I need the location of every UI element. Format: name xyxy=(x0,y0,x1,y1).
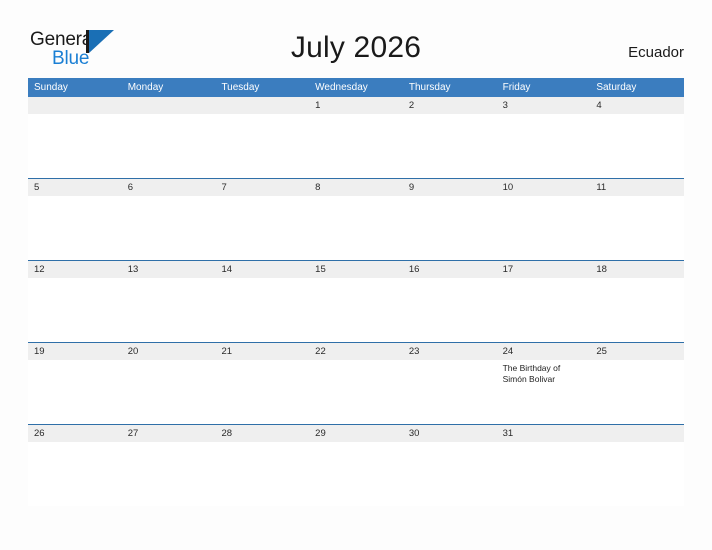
calendar-day-number: 20 xyxy=(127,346,139,357)
calendar-day-number: 13 xyxy=(127,264,139,275)
calendar-day-cell[interactable]: 16 xyxy=(403,261,497,342)
weekday-header-saturday: Saturday xyxy=(596,82,637,93)
calendar-day-number: 3 xyxy=(502,100,508,111)
calendar-day-number: 30 xyxy=(408,428,420,439)
calendar-week-row: 12 13 14 15 16 17 18 xyxy=(28,260,684,342)
calendar-day-number: 16 xyxy=(408,264,420,275)
calendar-week-row: 26 27 28 29 30 31 xyxy=(28,424,684,506)
weekday-header-row: Sunday Monday Tuesday Wednesday Thursday… xyxy=(28,78,684,97)
weekday-header-thursday: Thursday xyxy=(408,82,451,93)
calendar-day-cell-empty xyxy=(28,97,122,178)
calendar-day-cell[interactable]: 30 xyxy=(403,425,497,506)
calendar-day-cell[interactable]: 20 xyxy=(122,343,216,424)
page-header: General Blue July 2026 Ecuador xyxy=(0,0,712,76)
calendar-day-cell[interactable]: 12 xyxy=(28,261,122,342)
calendar-week-cells: 5 6 7 8 9 10 11 xyxy=(28,179,684,260)
calendar-day-number: 21 xyxy=(221,346,233,357)
calendar-day-cell[interactable]: 23 xyxy=(403,343,497,424)
calendar-day-number: 19 xyxy=(34,346,45,357)
calendar-day-number: 2 xyxy=(408,100,415,111)
calendar-day-cell[interactable]: 4 xyxy=(590,97,684,178)
calendar-day-number: 8 xyxy=(315,182,321,193)
calendar-day-number: 28 xyxy=(221,428,233,439)
calendar-day-cell[interactable]: 18 xyxy=(590,261,684,342)
weekday-header-sunday: Sunday xyxy=(34,82,68,93)
calendar-day-cell[interactable]: 29 xyxy=(309,425,403,506)
calendar-day-cell[interactable]: 24 The Birthday of Simón Bolivar xyxy=(497,343,591,424)
calendar-day-cell[interactable]: 3 xyxy=(497,97,591,178)
calendar-day-number: 5 xyxy=(34,182,40,193)
calendar-day-number: 22 xyxy=(315,346,326,357)
calendar-day-cell[interactable]: 27 xyxy=(122,425,216,506)
calendar-day-cell[interactable]: 5 xyxy=(28,179,122,260)
calendar-day-cell[interactable]: 13 xyxy=(122,261,216,342)
calendar-day-number: 10 xyxy=(502,182,514,193)
weekday-header-friday: Friday xyxy=(502,82,531,93)
calendar-day-cell[interactable]: 11 xyxy=(590,179,684,260)
calendar-day-number: 11 xyxy=(596,182,607,193)
weekday-header-monday: Monday xyxy=(127,82,164,93)
calendar-day-cell[interactable]: 6 xyxy=(122,179,216,260)
calendar-day-number: 9 xyxy=(408,182,415,193)
calendar-day-number: 15 xyxy=(315,264,326,275)
calendar-day-cell[interactable]: 1 xyxy=(309,97,403,178)
calendar-event-label: The Birthday of Simón Bolivar xyxy=(502,363,561,384)
country-label: Ecuador xyxy=(628,44,684,61)
calendar-day-number: 7 xyxy=(221,182,227,193)
calendar-day-number: 26 xyxy=(34,428,45,439)
calendar-day-cell[interactable]: 10 xyxy=(497,179,591,260)
calendar-day-cell[interactable]: 8 xyxy=(309,179,403,260)
calendar-week-cells: 26 27 28 29 30 31 xyxy=(28,425,684,506)
calendar-weeks: 1 2 3 4 5 6 7 8 9 10 11 12 13 14 15 16 17 18 19 20 21 22 23 24 T… xyxy=(28,97,684,506)
calendar-page: General Blue July 2026 Ecuador Sunday Mo… xyxy=(0,0,712,550)
calendar-day-cell[interactable]: 28 xyxy=(215,425,309,506)
calendar-day-number: 6 xyxy=(127,182,134,193)
calendar-week-row: 1 2 3 4 xyxy=(28,97,684,178)
calendar-day-cell[interactable]: 15 xyxy=(309,261,403,342)
weekday-header-tuesday: Tuesday xyxy=(221,82,260,93)
calendar-day-number: 27 xyxy=(127,428,139,439)
calendar-day-cell[interactable]: 9 xyxy=(403,179,497,260)
calendar-day-events: The Birthday of Simón Bolivar xyxy=(503,363,586,385)
calendar-day-number: 23 xyxy=(408,346,420,357)
calendar-day-cell[interactable]: 7 xyxy=(215,179,309,260)
calendar-day-cell[interactable]: 21 xyxy=(215,343,309,424)
calendar-day-cell[interactable]: 2 xyxy=(403,97,497,178)
calendar-day-cell[interactable]: 19 xyxy=(28,343,122,424)
calendar-day-number: 17 xyxy=(502,264,514,275)
calendar-day-cell-empty xyxy=(122,97,216,178)
calendar-day-cell-empty xyxy=(590,425,684,506)
calendar-day-number: 24 xyxy=(502,346,514,357)
calendar-day-cell[interactable]: 26 xyxy=(28,425,122,506)
calendar-day-number: 29 xyxy=(315,428,326,439)
calendar-day-cell[interactable]: 25 xyxy=(590,343,684,424)
calendar-week-row: 19 20 21 22 23 24 The Birthday of Simón Boliva… xyxy=(28,342,684,424)
calendar-day-cell[interactable]: 22 xyxy=(309,343,403,424)
page-title: July 2026 xyxy=(290,31,422,64)
calendar-week-cells: 12 13 14 15 16 17 18 xyxy=(28,261,684,342)
calendar-day-number: 31 xyxy=(502,428,514,439)
calendar-day-number: 14 xyxy=(221,264,233,275)
calendar-day-number: 25 xyxy=(596,346,607,357)
calendar-week-cells: 1 2 3 4 xyxy=(28,97,684,178)
calendar-day-number: 12 xyxy=(34,264,45,275)
calendar-day-cell[interactable]: 17 xyxy=(497,261,591,342)
calendar-day-cell-empty xyxy=(215,97,309,178)
weekday-header-wednesday: Wednesday xyxy=(315,82,368,93)
calendar-day-number: 18 xyxy=(596,264,607,275)
calendar-day-number: 4 xyxy=(596,100,602,111)
calendar-day-number: 1 xyxy=(315,100,321,111)
calendar-week-cells: 19 20 21 22 23 24 The Birthday of Simón Boliva… xyxy=(28,343,684,424)
calendar-grid: Sunday Monday Tuesday Wednesday Thursday… xyxy=(28,78,684,506)
calendar-week-row: 5 6 7 8 9 10 11 xyxy=(28,178,684,260)
calendar-day-cell[interactable]: 31 xyxy=(497,425,591,506)
calendar-day-cell[interactable]: 14 xyxy=(215,261,309,342)
